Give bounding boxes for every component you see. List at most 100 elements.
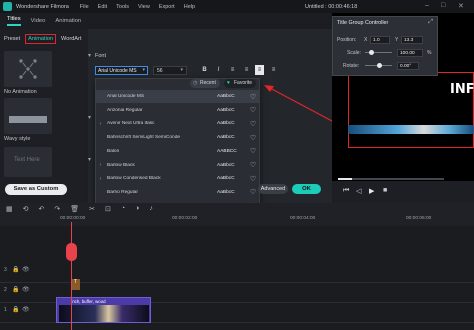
collapse-arrow-icon-2[interactable]: ▾	[88, 114, 91, 121]
font-list-item[interactable]: Arizonia Regular AaBbcC ♡	[96, 104, 259, 117]
font-list-item[interactable]: Arial Unicode MS AaBbcC ♡	[96, 90, 259, 103]
close-icon[interactable]: ✕	[458, 2, 464, 10]
favorite-tab-label: Favorite	[234, 80, 253, 86]
favorite-heart-icon[interactable]: ♡	[247, 120, 259, 128]
lock-icon[interactable]: 🔒	[12, 266, 19, 273]
cut-icon[interactable]: ✂	[89, 205, 95, 213]
menu-view[interactable]: View	[138, 4, 150, 10]
subtab-preset[interactable]: Preset	[4, 36, 20, 42]
menu-edit[interactable]: Edit	[98, 4, 107, 10]
delete-icon[interactable]: 🗑	[70, 205, 79, 213]
font-list-item[interactable]: › Barlow Black AaBbcC ♡	[96, 159, 259, 172]
menu-file[interactable]: File	[80, 4, 89, 10]
font-sample: AaBbcC	[217, 135, 235, 141]
undo-icon[interactable]: ↶	[39, 205, 45, 213]
eye-icon[interactable]: 👁	[22, 286, 30, 293]
lock-icon[interactable]: 🔒	[12, 286, 19, 293]
ok-button[interactable]: OK	[292, 184, 321, 194]
title-clip[interactable]: T	[71, 279, 80, 290]
favorite-heart-icon[interactable]: ♡	[247, 106, 259, 114]
scale-slider-handle[interactable]	[369, 50, 374, 55]
subtab-wordart[interactable]: WordArt	[61, 36, 81, 42]
no-animation-card[interactable]	[4, 51, 52, 87]
playhead-handle[interactable]	[66, 243, 77, 261]
chevron-right-icon[interactable]: ›	[96, 162, 105, 168]
audio-icon[interactable]: ♪	[149, 205, 153, 212]
frame-back-icon[interactable]: ◁	[356, 187, 361, 195]
track-label: 1	[4, 307, 7, 313]
position-x-input[interactable]: 1.0	[370, 36, 390, 44]
wavy-style-card[interactable]	[4, 98, 52, 134]
font-sample: AaBbcC	[217, 121, 235, 127]
redo-icon[interactable]: ↷	[54, 205, 60, 213]
grid-icon[interactable]: ▦	[6, 205, 13, 213]
collapse-arrow-icon[interactable]: ▾	[88, 52, 91, 59]
expand-icon[interactable]: ⤢	[428, 19, 433, 26]
menu-tools[interactable]: Tools	[116, 4, 129, 10]
chevron-right-icon[interactable]: ›	[96, 176, 105, 182]
progress-track[interactable]	[338, 178, 444, 180]
font-list-item[interactable]: Barrio Regular AaBbcC ♡	[96, 186, 259, 199]
maximize-icon[interactable]: □	[441, 2, 445, 9]
save-as-custom-button[interactable]: Save as Custom	[5, 184, 67, 195]
scale-unit: %	[427, 50, 432, 56]
font-size-select[interactable]: 56 ▾	[153, 66, 187, 75]
tick-label: 00:00:02:00	[172, 216, 198, 221]
wavy-style-label: Wavy style	[4, 136, 31, 142]
wavy-style-preview	[9, 116, 47, 123]
favorite-heart-icon[interactable]: ♡	[247, 147, 259, 155]
font-list-item[interactable]: › Avenir Next Ultra Italic AaBbcC ♡	[96, 117, 259, 130]
menu-help[interactable]: Help	[184, 4, 195, 10]
favorite-tab[interactable]: ♥ Favorite	[224, 79, 257, 88]
eye-icon[interactable]: 👁	[22, 306, 30, 313]
collapse-arrow-icon-3[interactable]: ▾	[88, 156, 91, 163]
font-list-item[interactable]: › Barlow Condensed Black AaBbcC ♡	[96, 172, 259, 185]
position-y-input[interactable]: 13.3	[401, 36, 423, 44]
advanced-button[interactable]: Advanced	[258, 184, 288, 194]
rotate-input[interactable]: 0.00°	[397, 62, 419, 70]
speed-icon[interactable]: ◔	[121, 205, 125, 212]
color-icon[interactable]: ◑	[135, 205, 139, 212]
recent-tab-label: Recent	[200, 80, 216, 86]
font-family-select[interactable]: Arial Unicode MS ▾	[95, 66, 148, 75]
tab-titles[interactable]: Titles	[7, 16, 21, 26]
align-center-button[interactable]: ≡	[242, 65, 251, 75]
tab-video[interactable]: Video	[31, 18, 46, 24]
play-icon[interactable]: ▶	[369, 187, 374, 195]
text-here-card[interactable]: Text Here	[4, 147, 52, 177]
justify-button[interactable]: ≡	[269, 65, 278, 75]
scale-input[interactable]: 100.00	[397, 49, 423, 57]
chevron-right-icon[interactable]: ›	[96, 121, 105, 127]
menu-export[interactable]: Export	[159, 4, 175, 10]
favorite-heart-icon[interactable]: ♡	[247, 161, 259, 169]
lock-icon[interactable]: 🔒	[12, 306, 19, 313]
favorite-heart-icon[interactable]: ♡	[247, 134, 259, 142]
font-name: Barlow Black	[107, 162, 135, 168]
clock-icon: ◷	[193, 80, 198, 86]
bold-button[interactable]: B	[200, 65, 209, 75]
minimize-icon[interactable]: –	[425, 2, 429, 9]
playhead[interactable]	[71, 222, 72, 330]
font-sample: AaBbcC	[217, 176, 235, 182]
stop-icon[interactable]: ■	[383, 187, 387, 194]
eye-icon[interactable]: 👁	[22, 266, 30, 273]
italic-button[interactable]: I	[214, 65, 223, 75]
rotate-label: Rotate:	[343, 63, 360, 69]
align-right-button[interactable]: ≡	[255, 65, 264, 75]
tab-animation[interactable]: Animation	[55, 18, 81, 24]
favorite-heart-icon[interactable]: ♡	[247, 175, 259, 183]
font-list-item[interactable]: Balon AABBCC ♡	[96, 145, 259, 158]
rotate-slider-handle[interactable]	[377, 63, 382, 68]
position-x-label: X	[364, 37, 368, 43]
font-list-item[interactable]: Bahnschrift SemiLight SemiConde AaBbcC ♡	[96, 131, 259, 144]
step-back-icon[interactable]: ⏮	[343, 187, 349, 195]
snap-icon[interactable]: ⟲	[23, 205, 29, 213]
align-left-button[interactable]: ≡	[228, 65, 237, 75]
recent-tab[interactable]: ◷ Recent	[190, 79, 220, 88]
font-size-value: 56	[157, 68, 163, 74]
favorite-heart-icon[interactable]: ♡	[247, 93, 259, 101]
crop-icon[interactable]: ⊡	[105, 205, 111, 213]
subtab-animation[interactable]: Animation	[25, 34, 57, 44]
font-sample: AaBbcC	[217, 162, 235, 168]
font-sample: AaBbcC	[217, 107, 235, 113]
